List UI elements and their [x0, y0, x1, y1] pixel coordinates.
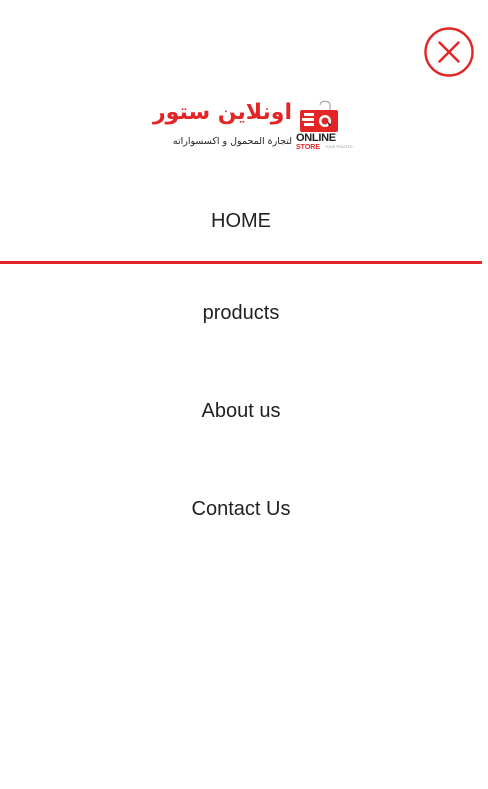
- mobile-menu-overlay: اونلاين ستور لتجارة المحمول و اكسسواراته…: [0, 0, 488, 789]
- nav-item-label: HOME: [211, 210, 271, 232]
- close-circle-icon: [424, 27, 474, 77]
- store-logo[interactable]: اونلاين ستور لتجارة المحمول و اكسسواراته…: [150, 98, 353, 154]
- nav-item-label: products: [202, 301, 280, 324]
- nav-item-home[interactable]: HOME: [0, 182, 482, 264]
- logo-arabic-name: اونلاين ستور: [153, 100, 292, 125]
- nav-item-products[interactable]: products: [0, 264, 482, 362]
- main-nav: HOME products About us Contact Us: [0, 182, 488, 558]
- nav-item-label: About us: [201, 399, 281, 422]
- logo-arabic-tagline: لتجارة المحمول و اكسسواراته: [172, 136, 292, 147]
- nav-item-about-us[interactable]: About us: [0, 362, 482, 460]
- logo-word-small: YOUR TRUSTED: [325, 145, 353, 149]
- nav-item-label: Contact Us: [191, 497, 291, 520]
- close-menu-button[interactable]: [424, 27, 474, 77]
- nav-item-contact-us[interactable]: Contact Us: [0, 460, 482, 558]
- logo-word-online: ONLINE: [296, 132, 336, 144]
- logo-word-store: STORE: [296, 144, 320, 151]
